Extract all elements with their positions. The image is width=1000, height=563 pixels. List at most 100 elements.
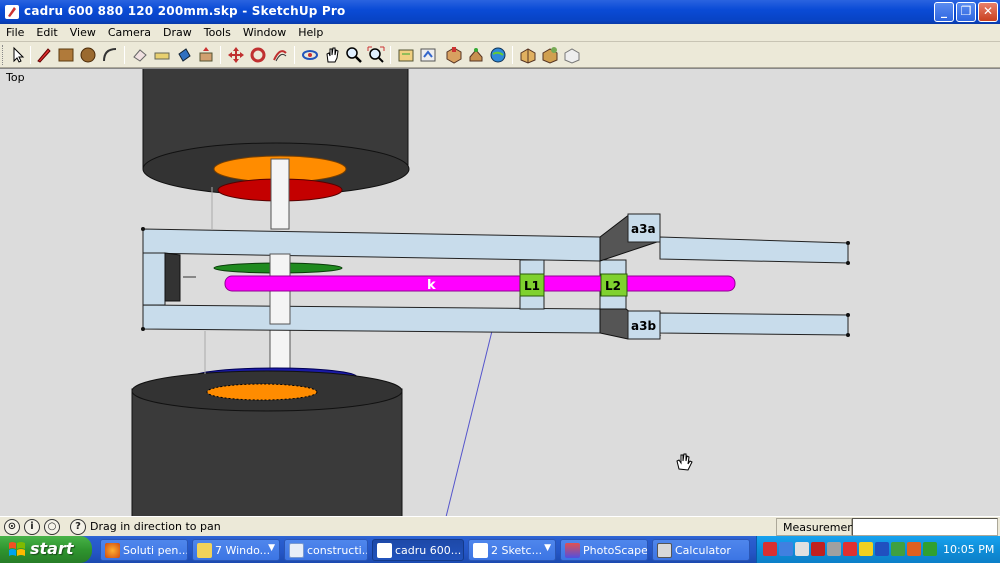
task-windows-explorer[interactable]: 7 Windo... ▼ [192,539,280,561]
menu-edit[interactable]: Edit [30,24,63,39]
warehouse-icon[interactable] [488,45,508,65]
task-label: Calculator [675,544,731,557]
task-sketchup-group[interactable]: 2 Sketc... ▼ [468,539,556,561]
pan-icon[interactable] [322,45,342,65]
orbit-icon[interactable] [300,45,320,65]
pencil-icon[interactable] [34,45,54,65]
tape-measure-icon[interactable] [152,45,172,65]
help-icon[interactable]: ? [70,519,86,535]
vertex-dot [141,327,145,331]
minimize-button[interactable]: _ [934,2,954,22]
sketchup-app-icon[interactable] [4,4,20,20]
vertex-dot [846,241,850,245]
status-bar: ⊙ i ○ ? Drag in direction to pan Measure… [0,516,1000,536]
task-document[interactable]: constructi... [284,539,368,561]
network-icon[interactable] [779,542,793,556]
scene-canvas[interactable]: k L1 L2 a3a a3b [0,69,1000,516]
main-toolbar [0,42,1000,68]
photoscape-icon [565,543,580,558]
move-icon[interactable] [226,45,246,65]
zoom-extents-icon[interactable] [366,45,386,65]
arc-icon[interactable] [100,45,120,65]
bluetooth-icon[interactable] [875,542,889,556]
credits-icon[interactable]: i [24,519,40,535]
vertex-dot [846,333,850,337]
messenger-icon[interactable] [795,542,809,556]
status-hint: Drag in direction to pan [90,520,221,533]
bottom-wheel[interactable] [131,322,403,516]
google-earth-icon[interactable] [466,45,486,65]
clock[interactable]: 10:05 PM [943,543,994,556]
toolbar-grip[interactable] [2,45,5,65]
offset-icon[interactable] [270,45,290,65]
top-wheel[interactable] [142,69,410,230]
task-firefox[interactable]: Soluti pen... [100,539,188,561]
measurements-label: Measurements [776,518,864,536]
toolbar-separator [30,46,31,64]
window-title: cadru 600 880 120 200mm.skp - SketchUp P… [24,4,346,18]
task-label: cadru 600... [395,544,462,557]
guide-line [445,330,493,516]
bottom-orange-disc [206,383,318,401]
task-label: PhotoScape [583,544,648,557]
vertex-dot [141,227,145,231]
alert-icon[interactable] [859,542,873,556]
calculator-icon [657,543,672,558]
sync-icon[interactable] [891,542,905,556]
antivirus-icon[interactable] [763,542,777,556]
task-label: Soluti pen... [123,544,188,557]
title-bar[interactable]: cadru 600 880 120 200mm.skp - SketchUp P… [0,0,1000,24]
layout-icon[interactable] [518,45,538,65]
geolocation-icon[interactable]: ⊙ [4,519,20,535]
toolbar-separator [294,46,295,64]
menu-tools[interactable]: Tools [198,24,237,39]
label-a3a: a3a [631,222,656,236]
extension-icon[interactable] [540,45,560,65]
update-icon[interactable] [843,542,857,556]
model-viewport[interactable]: k L1 L2 a3a a3b Top [0,68,1000,516]
app-tray-icon[interactable] [907,542,921,556]
frame-top-beam [142,228,601,262]
volume-icon[interactable] [827,542,841,556]
task-calculator[interactable]: Calculator [652,539,750,561]
toolbar-separator [124,46,125,64]
maximize-button[interactable]: ❐ [956,2,976,22]
menu-view[interactable]: View [64,24,102,39]
rotate-icon[interactable] [248,45,268,65]
push-pull-icon[interactable] [196,45,216,65]
windows-flag-icon [9,542,25,556]
frame-left-post [142,252,166,306]
frame-left-inner [164,252,181,302]
document-icon [289,543,304,558]
menu-bar: File Edit View Camera Draw Tools Window Help [0,24,1000,42]
rectangle-icon[interactable] [56,45,76,65]
pan-hand-cursor [676,453,693,471]
task-sketchup-active[interactable]: cadru 600... [372,539,464,561]
axle-rod-k [224,275,736,292]
firefox-icon [105,543,120,558]
select-icon[interactable] [8,45,28,65]
sketchup-icon [473,543,488,558]
circle-icon[interactable] [78,45,98,65]
section-icon[interactable] [562,45,582,65]
sign-in-icon[interactable]: ○ [44,519,60,535]
share-model-icon[interactable] [418,45,438,65]
top-shaft [270,158,290,230]
eraser-icon[interactable] [130,45,150,65]
menu-draw[interactable]: Draw [157,24,198,39]
start-button[interactable]: start [0,536,92,563]
get-models-icon[interactable] [396,45,416,65]
menu-file[interactable]: File [0,24,30,39]
label-k: k [427,278,436,293]
battery-icon[interactable] [923,542,937,556]
menu-window[interactable]: Window [237,24,292,39]
measurements-input[interactable] [852,518,998,536]
close-button[interactable]: ✕ [978,2,998,22]
task-photoscape[interactable]: PhotoScape [560,539,648,561]
zoom-icon[interactable] [344,45,364,65]
menu-help[interactable]: Help [292,24,329,39]
paint-bucket-icon[interactable] [174,45,194,65]
component-icon[interactable] [444,45,464,65]
menu-camera[interactable]: Camera [102,24,157,39]
security-icon[interactable] [811,542,825,556]
